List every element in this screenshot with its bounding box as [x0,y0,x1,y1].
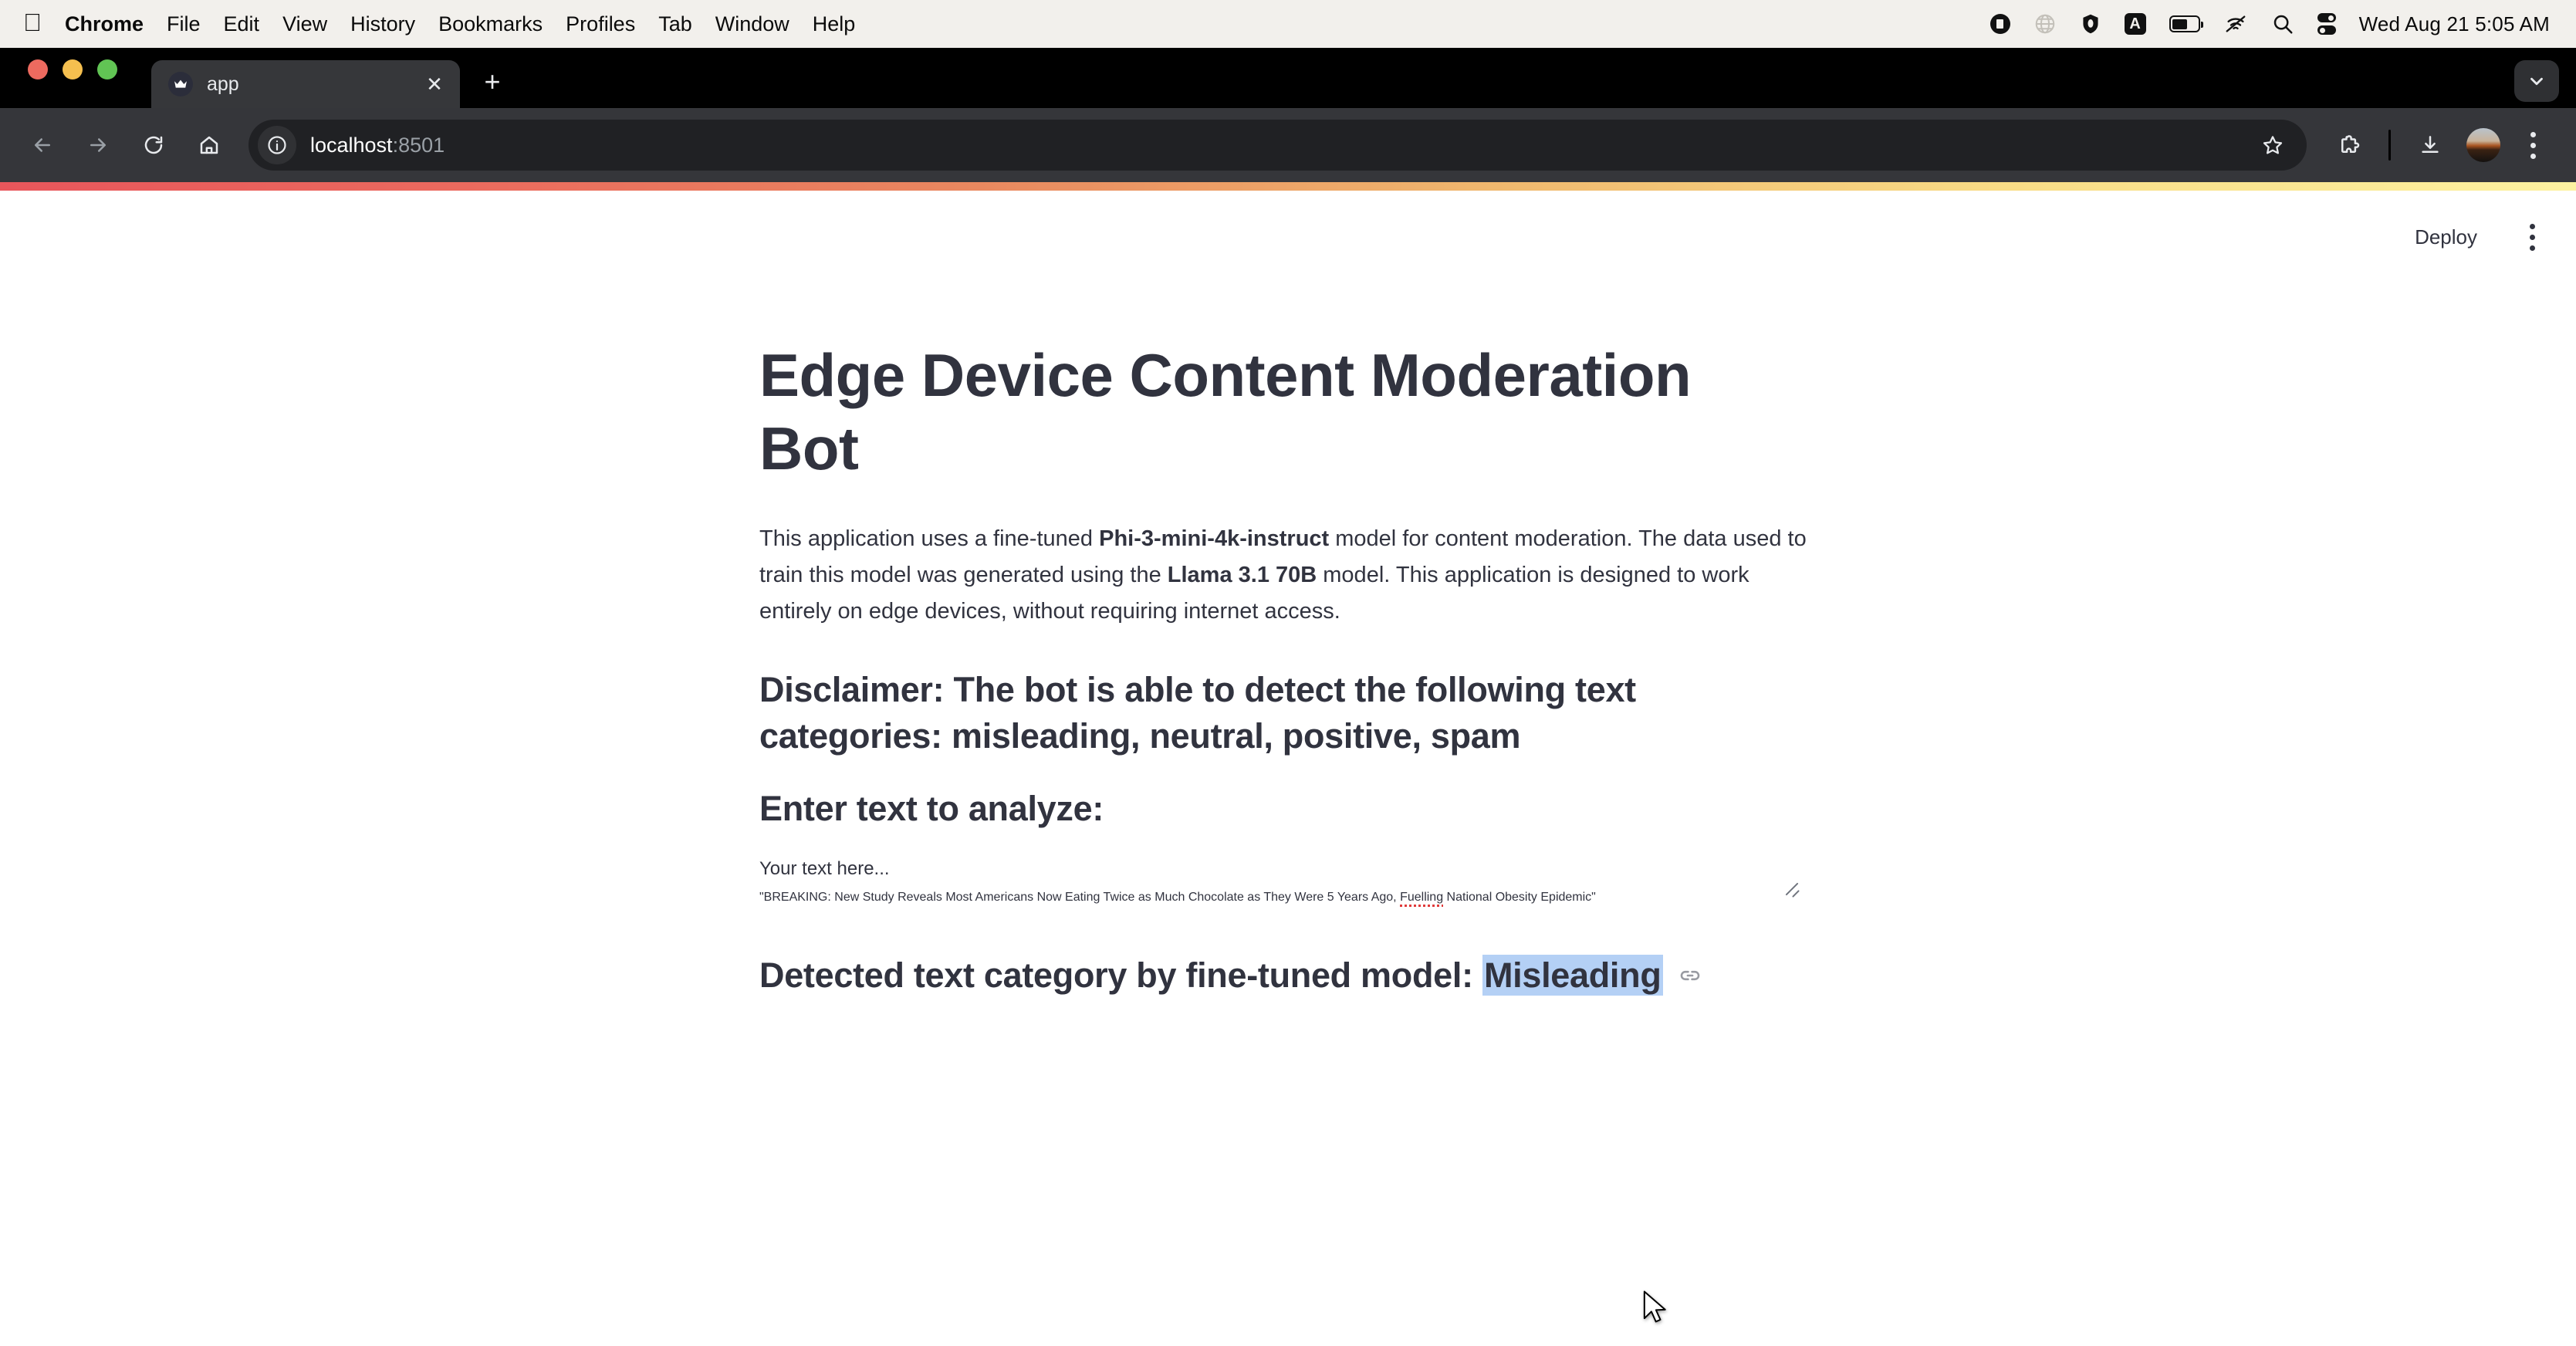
textarea-label: Your text here... [759,857,890,879]
forward-arrow-right-icon[interactable] [73,120,123,171]
tab-search-chevron-down-icon[interactable] [2514,60,2559,102]
apple-logo-icon[interactable]:  [23,10,42,35]
browser-tab-app[interactable]: app ✕ [151,60,460,108]
reload-icon[interactable] [128,120,179,171]
address-bar-url: localhost:8501 [310,134,445,157]
menubar-item-chrome[interactable]: Chrome [65,12,144,36]
intro-paragraph: This application uses a fine-tuned Phi-3… [759,521,1813,630]
link-icon[interactable] [1677,962,1703,989]
menubar-item-bookmarks[interactable]: Bookmarks [438,12,543,36]
chrome-menu-three-dots-vertical-icon[interactable] [2511,120,2554,171]
globe-icon[interactable] [2033,12,2057,36]
menubar-item-file[interactable]: File [167,12,201,36]
menubar-item-window[interactable]: Window [715,12,789,36]
browser-tab-strip: app ✕ + [0,48,2576,108]
streamlit-app-page: Deploy Edge Device Content Moderation Bo… [0,191,2576,1346]
input-section-heading: Enter text to analyze: [759,788,1104,828]
url-port: :8501 [392,133,445,157]
app-menu-three-dots-vertical-icon[interactable] [2516,215,2548,259]
intro-data-model-name: Llama 3.1 70B [1167,563,1317,588]
profile-avatar[interactable] [2466,128,2500,162]
new-tab-button[interactable]: + [474,63,511,100]
textarea-misspelled-word: Fuelling [1400,890,1444,904]
close-window-button[interactable] [28,59,48,79]
vpn-shield-icon[interactable] [2080,12,2101,36]
maximize-window-button[interactable] [97,59,117,79]
screen-record-icon[interactable] [1989,14,2010,34]
downloads-icon[interactable] [2405,120,2456,171]
minimize-window-button[interactable] [63,59,83,79]
toolbar-divider [2388,130,2391,161]
spotlight-search-icon[interactable] [2271,12,2294,36]
macos-menu-bar:  Chrome File Edit View History Bookmark… [0,0,2576,48]
menubar-item-help[interactable]: Help [813,12,856,36]
menubar-item-edit[interactable]: Edit [224,12,260,36]
textarea-value-part1: "BREAKING: New Study Reveals Most Americ… [759,890,1401,904]
menubar-item-profiles[interactable]: Profiles [566,12,635,36]
streamlit-loading-bar [0,182,2576,191]
result-row: Detected text category by fine-tuned mod… [759,954,1817,996]
wifi-off-icon[interactable] [2223,12,2248,36]
menubar-status-area: A Wed Aug 21 5:05 AM [1989,12,2550,36]
textarea-value-part2: National Obesity Epidemic" [1443,890,1596,904]
control-center-icon[interactable] [2317,13,2336,35]
bookmark-star-icon[interactable] [2251,123,2294,167]
menubar-item-view[interactable]: View [282,12,327,36]
battery-icon[interactable] [2169,15,2203,32]
streamlit-crown-icon [168,72,193,96]
menubar-clock[interactable]: Wed Aug 21 5:05 AM [2359,12,2550,36]
info-circle-icon[interactable] [258,126,296,164]
textarea-wrapper: "BREAKING: New Study Reveals Most Americ… [759,882,1811,905]
disclaimer-heading: Disclaimer: The bot is able to detect th… [759,670,1636,756]
app-main-content: Edge Device Content Moderation Bot This … [759,191,1817,996]
detected-category-value: Misleading [1482,954,1663,996]
address-bar[interactable]: localhost:8501 [248,120,2307,171]
close-tab-icon[interactable]: ✕ [421,71,448,97]
chrome-browser-window: app ✕ + localhost:8501 Deploy Edge Devic… [0,48,2576,1346]
menubar-item-tab[interactable]: Tab [658,12,692,36]
mouse-cursor [1642,1290,1668,1325]
result-heading: Detected text category by fine-tuned mod… [759,954,1663,996]
streamlit-app-header: Deploy [2402,191,2576,283]
character-input-a-icon[interactable]: A [2124,13,2146,35]
menubar-item-history[interactable]: History [350,12,415,36]
browser-toolbar: localhost:8501 [0,108,2576,182]
page-title: Edge Device Content Moderation Bot [759,341,1692,483]
deploy-button[interactable]: Deploy [2402,218,2490,257]
back-arrow-left-icon[interactable] [17,120,68,171]
result-prefix: Detected text category by fine-tuned mod… [759,955,1482,995]
intro-model-name: Phi-3-mini-4k-instruct [1099,526,1330,552]
intro-text-part1: This application uses a fine-tuned [759,526,1100,552]
browser-tab-title: app [207,73,239,95]
text-input-area[interactable]: "BREAKING: New Study Reveals Most Americ… [759,891,1811,905]
window-controls [28,48,117,108]
extensions-puzzle-piece-icon[interactable] [2324,120,2375,171]
url-host: localhost [310,133,393,157]
home-icon[interactable] [184,120,235,171]
